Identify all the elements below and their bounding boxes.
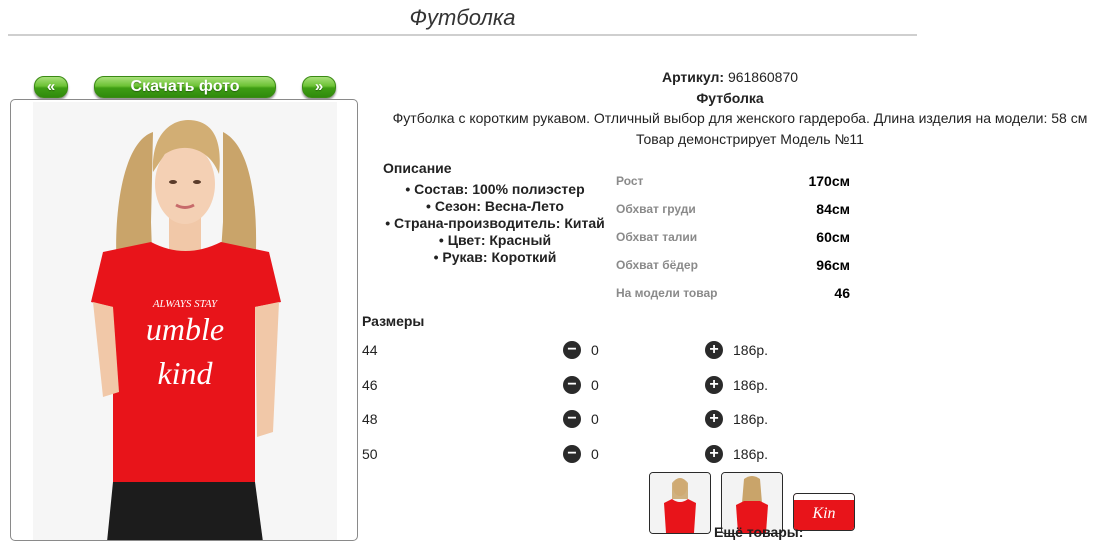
measurement-row: Рост 170см [616,171,850,191]
plus-circle-icon[interactable]: + [705,445,723,463]
size-row: 46 − 0 + 186р. [362,375,782,395]
next-photo-button[interactable]: » [302,76,336,98]
size-row: 50 − 0 + 186р. [362,444,782,464]
measurement-value: 60см [816,229,850,245]
more-goods-heading: Ещё товары: [714,524,804,540]
measurement-label: На модели товар [616,286,718,300]
description-item: Состав: 100% полиэстер [360,181,630,198]
sizes-title: Размеры [362,313,425,329]
measurement-label: Обхват груди [616,202,696,216]
minus-circle-icon[interactable]: − [563,341,581,359]
plus-circle-icon[interactable]: + [705,376,723,394]
article-label: Артикул: [661,69,725,85]
plus-circle-icon[interactable]: + [705,341,723,359]
size-quantity: 0 [591,446,599,462]
plus-circle-icon[interactable]: + [705,410,723,428]
description-title: Описание [383,160,452,176]
download-photo-button[interactable]: Скачать фото [94,76,276,98]
measurement-value: 84см [816,201,850,217]
size-number: 48 [362,411,378,427]
model-line: Товар демонстрирует Модель №11 [636,131,864,147]
size-row: 44 − 0 + 186р. [362,340,782,360]
description-item: Страна-производитель: Китай [360,215,630,232]
measurement-label: Обхват бёдер [616,258,698,272]
description-item: Цвет: Красный [360,232,630,249]
measurement-row: На модели товар 46 [616,283,850,303]
size-quantity: 0 [591,377,599,393]
measurement-label: Рост [616,174,644,188]
svg-text:umble: umble [146,311,224,347]
article-line: Артикул: 961860870 [360,69,1100,85]
measurement-label: Обхват талии [616,230,698,244]
thumbnail-image [650,473,710,533]
thumbnail-front[interactable] [649,472,711,534]
description-item: Рукав: Короткий [360,249,630,266]
svg-text:kind: kind [157,355,213,391]
svg-text:ALWAYS STAY: ALWAYS STAY [152,298,219,310]
size-quantity: 0 [591,411,599,427]
article-value: 961860870 [727,69,799,85]
product-name: Футболка [696,90,764,106]
page-title: Футболка [8,4,917,36]
size-price: 186р. [733,377,769,393]
size-number: 46 [362,377,378,393]
size-quantity: 0 [591,342,599,358]
measurement-value: 170см [808,173,850,189]
measurement-row: Обхват бёдер 96см [616,255,850,275]
description-list: Состав: 100% полиэстер Сезон: Весна-Лето… [360,181,630,266]
product-photo: ALWAYS STAY umble kind [33,102,337,540]
size-number: 50 [362,446,378,462]
size-number: 44 [362,342,378,358]
svg-text:Kin: Kin [811,505,835,522]
product-description: Футболка с коротким рукавом. Отличный вы… [392,110,1088,126]
size-price: 186р. [733,411,769,427]
measurement-value: 46 [834,285,850,301]
size-price: 186р. [733,342,769,358]
minus-circle-icon[interactable]: − [563,445,581,463]
size-price: 186р. [733,446,769,462]
measurement-row: Обхват талии 60см [616,227,850,247]
measurement-row: Обхват груди 84см [616,199,850,219]
measurement-value: 96см [816,257,850,273]
size-row: 48 − 0 + 186р. [362,409,782,429]
prev-photo-button[interactable]: « [34,76,68,98]
description-item: Сезон: Весна-Лето [360,198,630,215]
minus-circle-icon[interactable]: − [563,410,581,428]
minus-circle-icon[interactable]: − [563,376,581,394]
product-photo-frame: ALWAYS STAY umble kind [10,99,358,541]
